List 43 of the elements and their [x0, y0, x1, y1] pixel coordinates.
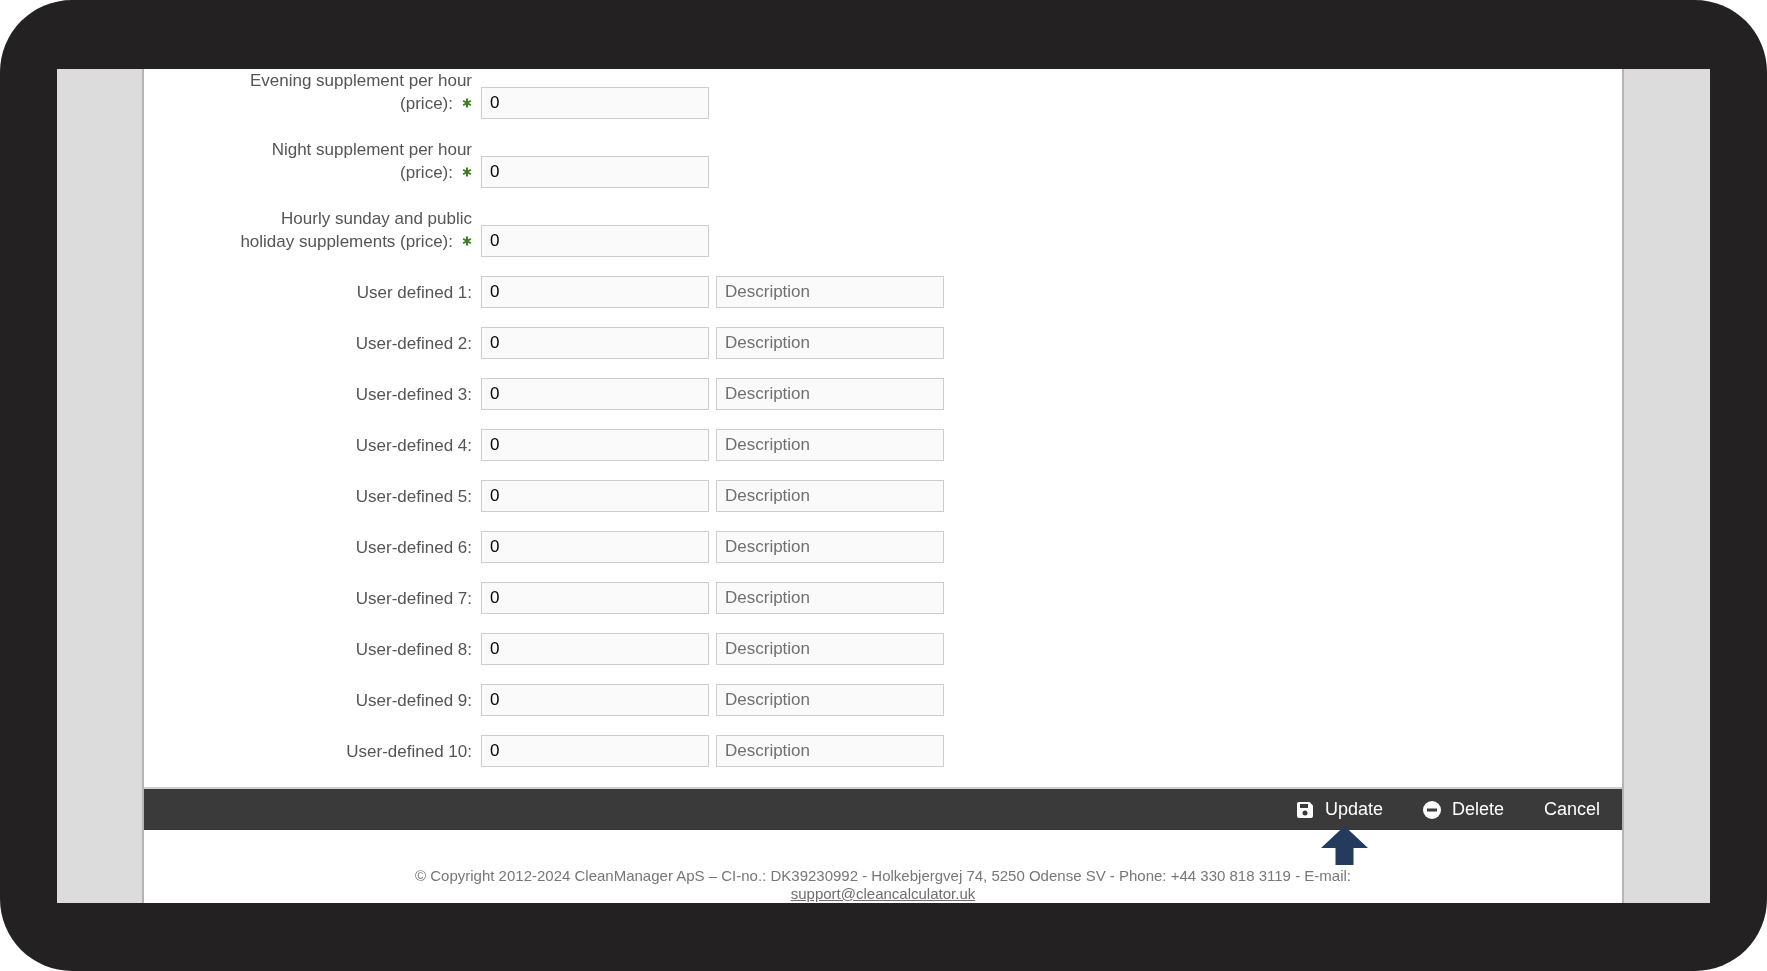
delete-button[interactable]: Delete	[1414, 792, 1512, 827]
value-field[interactable]: 0	[481, 480, 709, 512]
cancel-button[interactable]: Cancel	[1535, 792, 1608, 827]
description-field[interactable]: Description	[716, 378, 944, 410]
field-label: User-defined 5:	[355, 486, 472, 506]
description-field[interactable]: Description	[716, 276, 944, 308]
copyright-text: © Copyright 2012-2024 CleanManager ApS – CI-no.: DK39230992 - Holkebjergvej 74, 5250 Odense SV - Phone: +44 330 818 3119 - E-mail: support@cleancalculator.uk	[415, 867, 1351, 903]
value-field[interactable]: 0	[481, 156, 709, 188]
value-field[interactable]: 0	[481, 276, 709, 308]
value-field[interactable]: 0	[481, 531, 709, 563]
description-field[interactable]: Description	[716, 429, 944, 461]
description-field[interactable]: Description	[716, 582, 944, 614]
description-field[interactable]: Description	[716, 531, 944, 563]
value-field[interactable]: 0	[481, 378, 709, 410]
description-field[interactable]: Description	[716, 633, 944, 665]
field-label: User-defined 3:	[355, 384, 472, 404]
value-field[interactable]: 0	[481, 684, 709, 716]
field-label: Hourly sunday and public holiday supplements (price):	[240, 209, 472, 251]
value-field[interactable]: 0	[481, 87, 709, 119]
description-field[interactable]: Description	[716, 327, 944, 359]
field-label: User-defined 7:	[355, 588, 472, 608]
field-label: User-defined 8:	[355, 639, 472, 659]
field-label: User defined 1:	[356, 282, 472, 302]
value-field[interactable]: 0	[481, 327, 709, 359]
email-link[interactable]: support@cleancalculator.uk	[790, 885, 976, 903]
value-field[interactable]: 0	[481, 429, 709, 461]
field-label: User-defined 9:	[355, 690, 472, 710]
field-label: Night supplement per hour (price):	[271, 140, 472, 182]
up-arrow-icon	[1321, 826, 1368, 865]
value-field[interactable]: 0	[481, 633, 709, 665]
update-button[interactable]: Update	[1287, 792, 1391, 827]
value-field[interactable]: 0	[481, 225, 709, 257]
field-label: Evening supplement per hour (price):	[249, 71, 472, 113]
description-field[interactable]: Description	[716, 480, 944, 512]
field-label: User-defined 6:	[355, 537, 472, 557]
field-label: User-defined 4:	[355, 435, 472, 455]
value-field[interactable]: 0	[481, 735, 709, 767]
description-field[interactable]: Description	[716, 735, 944, 767]
minus-circle-icon	[1422, 800, 1441, 819]
field-label: User-defined 2:	[355, 333, 472, 353]
value-field[interactable]: 0	[481, 582, 709, 614]
field-label: User-defined 10:	[346, 741, 472, 761]
description-field[interactable]: Description	[716, 684, 944, 716]
